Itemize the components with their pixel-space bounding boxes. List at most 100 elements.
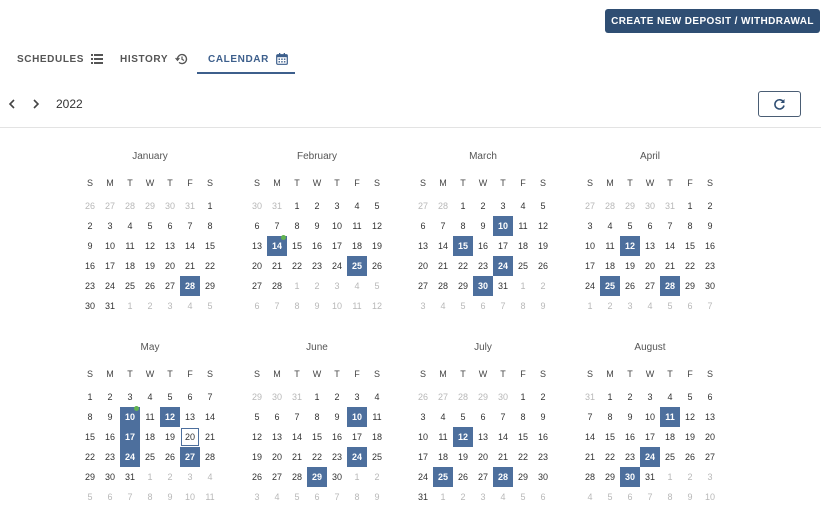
calendar-day[interactable]: 25 (140, 447, 160, 467)
calendar-day-other-month[interactable]: 6 (247, 296, 267, 316)
calendar-day-other-month[interactable]: 26 (413, 387, 433, 407)
calendar-day[interactable]: 6 (180, 387, 200, 407)
calendar-day[interactable]: 30 (473, 276, 493, 296)
calendar-day[interactable]: 21 (493, 447, 513, 467)
calendar-day[interactable]: 4 (140, 387, 160, 407)
calendar-day[interactable]: 26 (367, 256, 387, 276)
calendar-day[interactable]: 26 (680, 447, 700, 467)
calendar-day[interactable]: 3 (120, 387, 140, 407)
calendar-day[interactable]: 17 (327, 236, 347, 256)
calendar-day-other-month[interactable]: 4 (347, 276, 367, 296)
calendar-day[interactable]: 13 (247, 236, 267, 256)
calendar-day[interactable]: 27 (473, 467, 493, 487)
calendar-day-other-month[interactable]: 5 (600, 487, 620, 507)
calendar-day[interactable]: 5 (160, 387, 180, 407)
calendar-day[interactable]: 30 (620, 467, 640, 487)
calendar-day[interactable]: 29 (80, 467, 100, 487)
calendar-day[interactable]: 29 (200, 276, 220, 296)
calendar-day[interactable]: 3 (100, 216, 120, 236)
calendar-day[interactable]: 23 (620, 447, 640, 467)
calendar-day[interactable]: 30 (80, 296, 100, 316)
calendar-day-other-month[interactable]: 8 (347, 487, 367, 507)
calendar-day[interactable]: 22 (80, 447, 100, 467)
calendar-day[interactable]: 22 (513, 447, 533, 467)
calendar-day[interactable]: 7 (287, 407, 307, 427)
calendar-day[interactable]: 16 (100, 427, 120, 447)
calendar-day[interactable]: 10 (640, 407, 660, 427)
calendar-day-other-month[interactable]: 5 (80, 487, 100, 507)
calendar-day[interactable]: 14 (267, 235, 287, 256)
calendar-day[interactable]: 9 (533, 407, 553, 427)
calendar-day[interactable]: 12 (453, 427, 473, 447)
calendar-day[interactable]: 7 (493, 407, 513, 427)
calendar-day[interactable]: 13 (700, 407, 720, 427)
calendar-day[interactable]: 8 (307, 407, 327, 427)
calendar-day[interactable]: 28 (287, 467, 307, 487)
calendar-day-other-month[interactable]: 9 (533, 296, 553, 316)
calendar-day-other-month[interactable]: 4 (640, 296, 660, 316)
calendar-day[interactable]: 29 (307, 467, 327, 487)
calendar-day[interactable]: 5 (367, 196, 387, 216)
calendar-day[interactable]: 21 (287, 447, 307, 467)
calendar-day[interactable]: 15 (453, 236, 473, 256)
calendar-day[interactable]: 4 (347, 196, 367, 216)
calendar-day[interactable]: 1 (680, 196, 700, 216)
calendar-day[interactable]: 25 (120, 276, 140, 296)
calendar-day[interactable]: 3 (413, 407, 433, 427)
calendar-day[interactable]: 13 (160, 236, 180, 256)
tab-history[interactable]: HISTORY (120, 44, 188, 74)
calendar-day[interactable]: 9 (100, 407, 120, 427)
calendar-day-other-month[interactable]: 31 (180, 196, 200, 216)
calendar-day[interactable]: 31 (120, 467, 140, 487)
calendar-day[interactable]: 17 (580, 256, 600, 276)
calendar-day-other-month[interactable]: 3 (327, 276, 347, 296)
calendar-day-other-month[interactable]: 27 (433, 387, 453, 407)
calendar-day-other-month[interactable]: 4 (493, 487, 513, 507)
calendar-day-other-month[interactable]: 3 (413, 296, 433, 316)
calendar-day[interactable]: 21 (200, 427, 220, 447)
calendar-day[interactable]: 18 (347, 236, 367, 256)
calendar-day-other-month[interactable]: 31 (660, 196, 680, 216)
calendar-day-other-month[interactable]: 8 (513, 296, 533, 316)
calendar-day[interactable]: 8 (680, 216, 700, 236)
calendar-day-other-month[interactable]: 28 (600, 196, 620, 216)
calendar-day[interactable]: 3 (580, 216, 600, 236)
calendar-day-other-month[interactable]: 1 (140, 467, 160, 487)
tab-calendar[interactable]: CALENDAR (208, 44, 288, 74)
calendar-day[interactable]: 30 (327, 467, 347, 487)
calendar-day[interactable]: 28 (267, 276, 287, 296)
calendar-day[interactable]: 21 (433, 256, 453, 276)
calendar-day[interactable]: 1 (80, 387, 100, 407)
calendar-day-other-month[interactable]: 7 (493, 296, 513, 316)
calendar-day-other-month[interactable]: 5 (200, 296, 220, 316)
calendar-day[interactable]: 1 (287, 196, 307, 216)
calendar-day[interactable]: 5 (140, 216, 160, 236)
calendar-day[interactable]: 14 (180, 236, 200, 256)
calendar-day[interactable]: 29 (513, 467, 533, 487)
calendar-day[interactable]: 17 (493, 236, 513, 256)
calendar-day[interactable]: 11 (660, 407, 680, 427)
calendar-day-other-month[interactable]: 10 (327, 296, 347, 316)
calendar-day[interactable]: 6 (700, 387, 720, 407)
calendar-day-other-month[interactable]: 6 (307, 487, 327, 507)
calendar-day[interactable]: 31 (100, 296, 120, 316)
calendar-day[interactable]: 28 (433, 276, 453, 296)
calendar-day[interactable]: 11 (347, 216, 367, 236)
calendar-day-other-month[interactable]: 7 (120, 487, 140, 507)
calendar-day-other-month[interactable]: 30 (160, 196, 180, 216)
calendar-day[interactable]: 22 (600, 447, 620, 467)
calendar-day[interactable]: 5 (247, 407, 267, 427)
calendar-day[interactable]: 1 (307, 387, 327, 407)
calendar-day[interactable]: 6 (160, 216, 180, 236)
calendar-day-other-month[interactable]: 3 (473, 487, 493, 507)
calendar-day[interactable]: 12 (680, 407, 700, 427)
calendar-day[interactable]: 6 (640, 216, 660, 236)
calendar-day[interactable]: 28 (180, 276, 200, 296)
calendar-day[interactable]: 29 (600, 467, 620, 487)
calendar-day[interactable]: 12 (533, 216, 553, 236)
calendar-day[interactable]: 11 (600, 236, 620, 256)
calendar-day[interactable]: 25 (367, 447, 387, 467)
calendar-day[interactable]: 17 (347, 427, 367, 447)
calendar-day[interactable]: 20 (413, 256, 433, 276)
calendar-day[interactable]: 16 (533, 427, 553, 447)
